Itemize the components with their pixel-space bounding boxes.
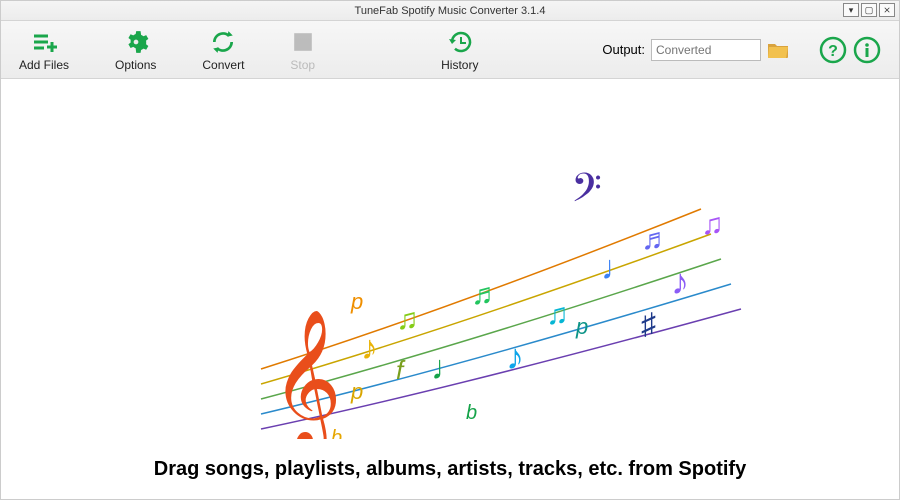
output-path-input[interactable] (651, 39, 761, 61)
svg-text:𝄞: 𝄞 (271, 311, 342, 439)
svg-text:p: p (350, 379, 363, 404)
options-label: Options (115, 58, 156, 72)
svg-text:♩: ♩ (601, 249, 635, 287)
info-button[interactable] (853, 36, 881, 64)
window-title: TuneFab Spotify Music Converter 3.1.4 (355, 5, 546, 17)
stop-label: Stop (290, 58, 315, 72)
svg-text:♪: ♪ (361, 329, 378, 367)
svg-text:♪: ♪ (671, 261, 689, 302)
stop-button: Stop (290, 28, 315, 72)
add-files-label: Add Files (19, 58, 69, 72)
svg-text:p: p (350, 289, 363, 314)
add-files-button[interactable]: Add Files (19, 28, 69, 72)
window-controls: ▾ ▢ ⨯ (843, 3, 895, 17)
options-button[interactable]: Options (115, 28, 156, 72)
history-label: History (441, 58, 478, 72)
browse-folder-button[interactable] (767, 41, 789, 59)
stop-icon (292, 28, 314, 56)
drop-hint-text: Drag songs, playlists, albums, artists, … (154, 458, 746, 481)
restore-button[interactable]: ▾ (843, 3, 859, 17)
svg-text:?: ? (828, 43, 838, 60)
gear-icon (123, 28, 149, 56)
svg-text:♬: ♬ (641, 223, 671, 256)
main-drop-area[interactable]: 𝄞 𝄢 ♪ ♫ ♩ ♬ ♪ ♫ ♩ ♬ ♪ ♫ p p f p b b ♯ Dr… (1, 79, 899, 499)
svg-text:𝄢: 𝄢 (571, 167, 602, 220)
close-button[interactable]: ⨯ (879, 3, 895, 17)
minimize-button[interactable]: ▢ (861, 3, 877, 17)
add-files-icon (30, 28, 58, 56)
help-button[interactable]: ? (819, 36, 847, 64)
titlebar: TuneFab Spotify Music Converter 3.1.4 ▾ … (1, 1, 899, 21)
svg-text:b: b (331, 427, 342, 439)
convert-label: Convert (202, 58, 244, 72)
svg-text:♫: ♫ (701, 208, 724, 241)
svg-text:b: b (466, 402, 477, 424)
output-label: Output: (602, 42, 645, 57)
history-icon (446, 28, 474, 56)
svg-text:p: p (575, 314, 588, 339)
svg-text:♫: ♫ (396, 303, 419, 336)
convert-button[interactable]: Convert (202, 28, 244, 72)
music-illustration: 𝄞 𝄢 ♪ ♫ ♩ ♬ ♪ ♫ ♩ ♬ ♪ ♫ p p f p b b ♯ (1, 79, 899, 458)
svg-text:♩: ♩ (431, 349, 465, 387)
svg-text:♯: ♯ (641, 308, 656, 341)
history-button[interactable]: History (441, 28, 478, 72)
toolbar: Add Files Options Convert Stop (1, 21, 899, 79)
output-group: Output: ? (602, 36, 881, 64)
svg-text:♬: ♬ (471, 278, 501, 311)
svg-text:♪: ♪ (506, 336, 524, 377)
convert-icon (210, 28, 236, 56)
svg-text:♫: ♫ (546, 298, 569, 331)
